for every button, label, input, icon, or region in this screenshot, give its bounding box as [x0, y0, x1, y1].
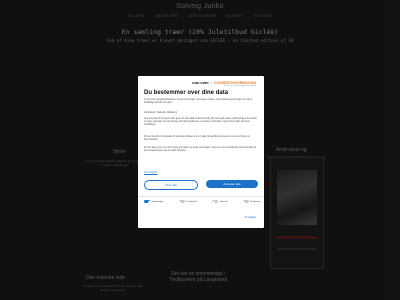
- accept-all-button[interactable]: Accepter alle: [206, 180, 258, 188]
- toggle-label-marketing: Marketing: [250, 200, 260, 203]
- consent-toggles: Nødvendige Funktionelt Statistik Marketi…: [144, 200, 260, 203]
- toggle-switch-functional[interactable]: [178, 200, 185, 203]
- consent-dialog: une.com · CONSENTINFORMATION Privacy & C…: [138, 76, 264, 228]
- toggle-necessary[interactable]: Nødvendige: [144, 200, 163, 203]
- toggle-switch-necessary[interactable]: [144, 200, 150, 203]
- consent-title: Du bestemmer over dine data: [144, 90, 229, 96]
- toggle-label-statistics: Statistik: [219, 200, 228, 203]
- consent-details-1: Ved at trykke på 'Accepter alle' giver d…: [144, 118, 257, 127]
- brand-separator: ·: [210, 80, 212, 85]
- vendors-link[interactable]: Vis vendors: [144, 171, 158, 174]
- toggle-switch-marketing[interactable]: [242, 200, 249, 203]
- brand-consentinformation: CONSENTINFORMATION: [213, 80, 256, 85]
- toggle-functional[interactable]: Funktionelt: [178, 200, 197, 203]
- consent-details-3: Du kan læse mere om vores brug af cookie…: [144, 147, 257, 153]
- brand-subtitle: Privacy & Cookie Management Platform: [224, 85, 256, 87]
- brand-name: une.com: [192, 80, 209, 85]
- toggle-label-necessary: Nødvendige: [151, 200, 164, 203]
- toggle-label-functional: Funktionelt: [186, 200, 197, 203]
- show-details-link[interactable]: Vis detaljer: [244, 216, 256, 219]
- consent-intro: Vi og vores samarbejdspartnere bruger te…: [144, 99, 252, 105]
- toggle-statistics[interactable]: Statistik: [212, 200, 227, 203]
- reject-all-button[interactable]: Afvis alle: [144, 180, 198, 190]
- toggle-marketing[interactable]: Marketing: [242, 200, 260, 203]
- consent-details-2: Du kan til enhver tid trække dit samtykk…: [144, 136, 250, 142]
- dialog-divider: [138, 196, 264, 197]
- toggle-switch-statistics[interactable]: [212, 200, 219, 203]
- consent-purposes: Funktionelt, Statistisk, Marketing: [144, 112, 178, 114]
